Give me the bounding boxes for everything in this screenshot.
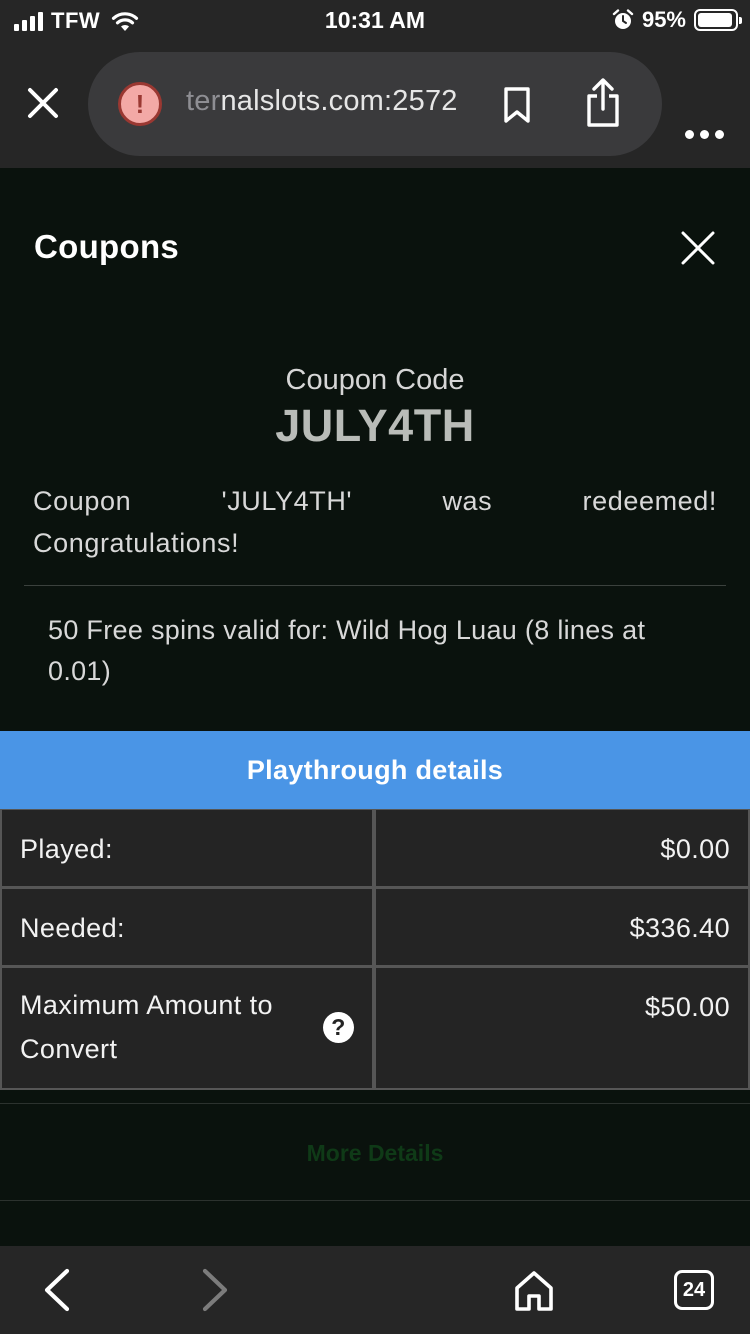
row-label-cell: Maximum Amount to Convert ? [2, 968, 372, 1088]
message-word: Coupon [33, 486, 132, 516]
url-text[interactable]: ternalslots.com:2572 [186, 85, 458, 118]
row-value: $50.00 [376, 968, 748, 1088]
divider [0, 1103, 750, 1104]
browser-bar: ! ternalslots.com:2572 [0, 40, 750, 168]
home-icon[interactable] [512, 1268, 556, 1312]
coupons-modal: Coupons Coupon Code JULY4TH Coupon 'JULY… [0, 168, 750, 1246]
row-value: $0.00 [376, 810, 748, 886]
status-bar: TFW 10:31 AM 95% [0, 0, 750, 40]
forward-icon[interactable] [198, 1268, 232, 1312]
playthrough-header: Playthrough details [0, 731, 750, 809]
row-value: $336.40 [376, 889, 748, 965]
tabs-icon[interactable]: 24 [674, 1270, 714, 1310]
close-icon[interactable] [26, 86, 60, 120]
status-right: 95% [612, 7, 742, 33]
row-label: Maximum Amount to Convert [20, 990, 273, 1064]
modal-title: Coupons [34, 228, 180, 265]
warning-icon[interactable]: ! [118, 82, 162, 126]
divider [24, 585, 726, 586]
more-details-button[interactable]: More Details [0, 1140, 750, 1167]
divider [0, 1200, 750, 1201]
free-spins-text: 50 Free spins valid for: Wild Hog Luau (… [48, 615, 646, 686]
table-row: Needed: $336.40 [2, 889, 748, 965]
table-row: Maximum Amount to Convert ? $50.00 [2, 968, 748, 1088]
alarm-icon [612, 9, 634, 29]
browser-toolbar: 24 [0, 1246, 750, 1334]
congratulations-text: Congratulations! [33, 528, 240, 558]
coupon-code-label: Coupon Code [285, 364, 465, 396]
row-label: Played: [2, 810, 372, 886]
battery-percent: 95% [641, 7, 686, 32]
redeemed-message: Coupon 'JULY4TH' was redeemed! [33, 486, 717, 517]
message-word: 'JULY4TH' [221, 486, 353, 516]
message-word: was [442, 486, 493, 516]
bookmark-icon[interactable] [502, 86, 532, 124]
url-faded-part: ter [186, 85, 221, 117]
more-icon[interactable] [685, 130, 724, 139]
playthrough-table: Played: $0.00 Needed: $336.40 Maximum Am… [0, 809, 750, 1090]
address-bar[interactable]: ! ternalslots.com:2572 [88, 52, 662, 156]
coupon-code-value: JULY4TH [275, 400, 475, 451]
battery-icon [694, 9, 742, 31]
message-word: redeemed! [582, 486, 717, 516]
url-main-part: nalslots.com:2572 [220, 85, 458, 117]
back-icon[interactable] [40, 1268, 74, 1312]
help-icon[interactable]: ? [323, 1012, 354, 1043]
battery-fill [698, 13, 733, 27]
modal-close-icon[interactable] [680, 230, 716, 266]
table-row: Played: $0.00 [2, 810, 748, 886]
share-icon[interactable] [584, 78, 622, 128]
row-label: Needed: [2, 889, 372, 965]
